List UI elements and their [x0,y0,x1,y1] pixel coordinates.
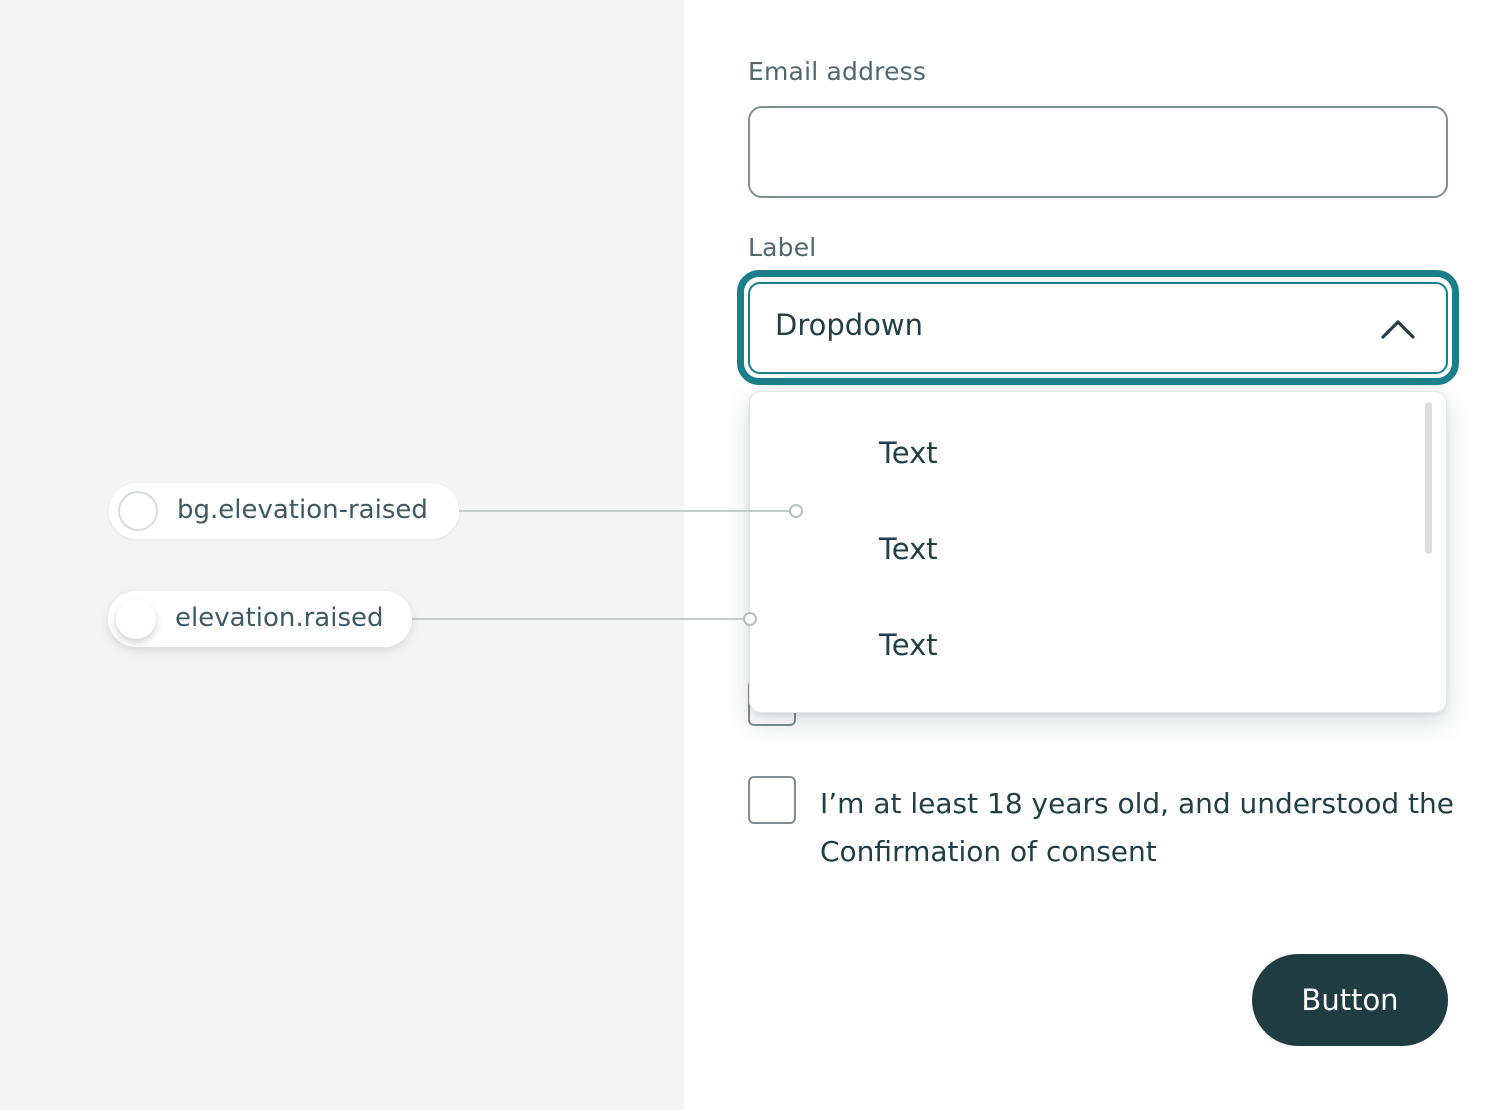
dropdown-option[interactable]: Text [750,502,1420,598]
submit-button[interactable]: Button [1252,954,1448,1046]
chevron-up-icon [1381,320,1415,339]
dropdown-select[interactable]: Dropdown [748,282,1448,374]
dropdown-option-label: Text [879,532,938,566]
email-input[interactable] [748,106,1448,198]
annotation-anchor-dot [743,612,757,626]
annotation-pill: bg.elevation-raised [109,483,459,539]
dropdown-option[interactable]: Text [750,406,1420,502]
consent-checkbox[interactable] [748,776,796,824]
annotation-connector [459,510,790,512]
annotation-pill: elevation.raised [108,591,412,647]
menu-scrollbar[interactable] [1425,402,1432,554]
left-panel [0,0,684,1110]
annotation-anchor-dot [789,504,803,518]
consent-text: I’m at least 18 years old, and understoo… [820,787,1455,868]
annotation-connector [412,618,744,620]
dropdown-menu: Text Text Text [749,391,1447,713]
dropdown-option-label: Text [879,628,938,662]
dropdown-value: Dropdown [775,308,924,342]
color-swatch [118,491,158,531]
shadow-swatch [116,599,156,639]
email-label: Email address [748,57,927,86]
dropdown-option-label: Text [879,436,938,470]
dropdown-label: Label [748,233,817,262]
annotation-token: elevation.raised [175,603,384,633]
annotation-token: bg.elevation-raised [177,495,428,525]
dropdown-option[interactable]: Text [750,598,1420,694]
